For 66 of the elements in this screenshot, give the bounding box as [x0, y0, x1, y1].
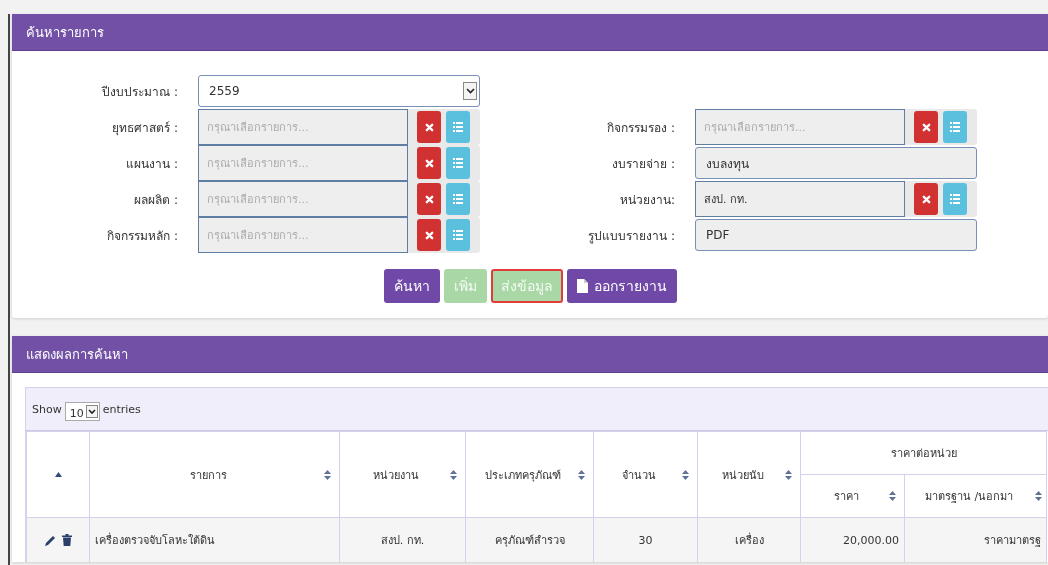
panel-header: แสดงผลการค้นหา: [12, 336, 1048, 373]
field-label: ผลผลิต :: [134, 191, 178, 209]
column-header[interactable]: มาตรฐาน /นอกมา: [904, 474, 1047, 518]
list-icon: [950, 194, 960, 204]
sort-icon[interactable]: [324, 469, 331, 480]
panel-header: ค้นหารายการ: [12, 14, 1048, 51]
table-cell: เครื่อง: [697, 517, 801, 562]
chevron-down-icon: [85, 405, 98, 418]
sort-icon[interactable]: [682, 469, 689, 480]
text-field[interactable]: งบลงทุน: [695, 147, 977, 179]
column-header[interactable]: จำนวน: [593, 431, 698, 518]
close-icon: [424, 230, 434, 240]
table-cell: ครุภัณฑ์สำรวจ: [465, 517, 594, 562]
column-header[interactable]: หน่วยงาน: [339, 431, 466, 518]
sort-icon[interactable]: [785, 469, 792, 480]
close-icon: [424, 158, 434, 168]
list-icon: [453, 122, 463, 132]
sort-icon[interactable]: [1035, 491, 1042, 501]
field-label: แผนงาน :: [126, 155, 178, 173]
year-select[interactable]: 2559: [198, 75, 480, 107]
column-header: ราคาต่อหน่วย: [800, 431, 1047, 475]
column-header[interactable]: หน่วยนับ: [697, 431, 801, 518]
clear-button[interactable]: [914, 183, 938, 215]
field-label: ปีงบประมาณ :: [102, 83, 178, 101]
clear-button[interactable]: [417, 147, 441, 179]
list-icon: [453, 194, 463, 204]
list-icon: [950, 122, 960, 132]
list-icon: [453, 230, 463, 240]
field-label: รูปแบบรายงาน :: [588, 227, 675, 245]
clear-button[interactable]: [417, 183, 441, 215]
close-icon: [424, 122, 434, 132]
field-label: หน่วยงาน:: [619, 191, 675, 209]
table-cell: 30: [593, 517, 698, 562]
text-field[interactable]: PDF: [695, 219, 977, 251]
field-label: งบรายจ่าย :: [612, 155, 675, 173]
sort-icon[interactable]: [450, 469, 457, 480]
column-header[interactable]: ประเภทครุภัณฑ์: [465, 431, 594, 518]
sort-ascending-icon[interactable]: [54, 472, 62, 477]
close-icon: [921, 122, 931, 132]
trash-icon[interactable]: [61, 534, 72, 546]
clear-button[interactable]: [417, 219, 441, 251]
entries-label: entries: [102, 402, 141, 416]
sort-icon[interactable]: [578, 469, 585, 480]
document-icon: [576, 279, 588, 293]
list-icon: [453, 158, 463, 168]
close-icon: [921, 194, 931, 204]
clear-button[interactable]: [417, 111, 441, 143]
close-icon: [424, 194, 434, 204]
table-cell: ราคามาตรฐ: [904, 517, 1047, 562]
chevron-down-icon: [465, 88, 475, 94]
field-label: ยุทธศาสตร์ :: [112, 119, 178, 137]
table-cell: 20,000.00: [800, 517, 905, 562]
field-label: กิจกรรมหลัก :: [107, 227, 178, 245]
entries-select[interactable]: 10: [64, 401, 100, 421]
column-header[interactable]: ราคา: [800, 474, 905, 518]
show-label: Show: [32, 402, 62, 416]
action-button[interactable]: ค้นหา: [383, 269, 440, 303]
table-cell: เครื่องตรวจจับโลหะใต้ดิน: [89, 517, 340, 562]
pencil-icon[interactable]: [44, 534, 56, 546]
picker-field[interactable]: สงป. กท.: [695, 181, 905, 217]
field-label: กิจกรรมรอง :: [607, 119, 675, 137]
sort-icon[interactable]: [889, 491, 896, 501]
clear-button[interactable]: [914, 111, 938, 143]
action-button[interactable]: ออกรายงาน: [566, 269, 677, 303]
column-header[interactable]: รายการ: [89, 431, 340, 518]
table-cell: สงป. กท.: [339, 517, 466, 562]
